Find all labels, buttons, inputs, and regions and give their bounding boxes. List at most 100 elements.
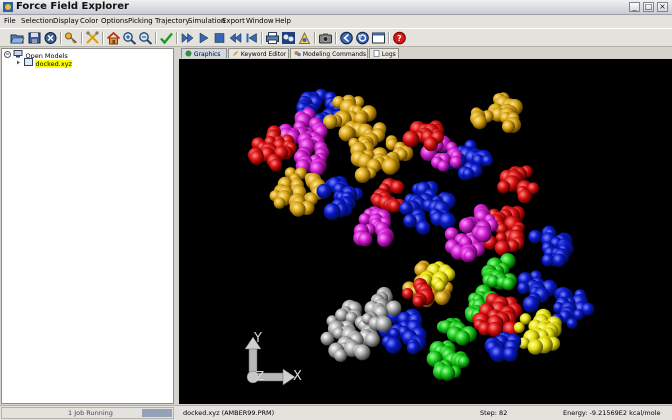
ball-stick-icon[interactable] <box>281 31 296 45</box>
key-icon[interactable] <box>64 31 79 45</box>
atom-sphere <box>439 212 456 230</box>
tab-graphics-label: Graphics <box>193 51 221 58</box>
minimize-button[interactable]: _ <box>629 2 640 12</box>
expand-icon[interactable] <box>4 51 11 58</box>
atom-sphere <box>497 180 511 194</box>
atom-sphere <box>402 288 414 300</box>
atom-sphere <box>517 281 530 294</box>
atom-sphere <box>454 330 471 346</box>
tab-keyword-editor-label: Keyword Editor <box>240 51 287 58</box>
menu-trajectory[interactable]: Trajectory <box>155 17 190 25</box>
atom-sphere <box>416 220 431 235</box>
title-bar: Force Field Explorer _ □ × <box>0 0 672 15</box>
atom-sphere <box>513 322 525 333</box>
app-icon <box>3 2 13 12</box>
maximize-button[interactable]: □ <box>643 2 654 12</box>
print-icon[interactable] <box>265 31 280 45</box>
menu-export[interactable]: Export <box>222 17 245 25</box>
atom-sphere <box>502 120 515 133</box>
atom-sphere <box>437 160 450 172</box>
toolbar-separator <box>314 32 316 44</box>
axes-indicator: Y Z X <box>244 331 302 386</box>
tree-file-row[interactable]: docked.xyz <box>15 58 72 68</box>
tab-keyword-editor[interactable]: Keyword Editor <box>228 48 289 58</box>
tab-graphics[interactable]: Graphics <box>181 48 227 58</box>
atom-sphere <box>552 253 566 267</box>
atom-sphere <box>320 331 335 346</box>
atom-sphere <box>249 150 265 165</box>
window-icon[interactable] <box>371 31 386 45</box>
atom-sphere <box>316 183 332 199</box>
menu-color[interactable]: Color <box>80 17 98 25</box>
tab-logs[interactable]: Logs <box>369 48 399 58</box>
menu-simulation[interactable]: Simulation <box>188 17 225 25</box>
stop-icon[interactable] <box>212 31 227 45</box>
atom-sphere <box>481 155 493 167</box>
camera-icon[interactable] <box>318 31 333 45</box>
save-icon[interactable] <box>27 31 42 45</box>
checkmark-icon[interactable] <box>159 31 174 45</box>
refresh-circle-icon[interactable] <box>355 31 370 45</box>
toolbar-separator <box>335 32 337 44</box>
menu-display[interactable]: Display <box>53 17 79 25</box>
x-axis-label: X <box>293 369 302 384</box>
atom-sphere <box>462 167 475 180</box>
rewind-icon[interactable] <box>228 31 243 45</box>
menu-options[interactable]: Options <box>101 17 128 25</box>
molecule-render[interactable]: Y Z X <box>179 59 672 404</box>
toolbar-separator <box>176 32 178 44</box>
menu-file[interactable]: File <box>4 17 16 25</box>
job-progress-bar <box>142 409 172 417</box>
graphics-viewport[interactable]: Y Z X <box>179 59 672 404</box>
atom-sphere <box>364 332 380 348</box>
open-icon[interactable] <box>10 31 25 45</box>
window-title: Force Field Explorer <box>16 1 129 12</box>
play-icon[interactable] <box>196 31 211 45</box>
toolbar-separator <box>155 32 157 44</box>
atom-sphere <box>323 203 341 220</box>
home-icon[interactable] <box>106 31 121 45</box>
job-status-text: 1 Job Running <box>68 409 113 417</box>
atom-sphere <box>527 339 543 355</box>
menu-help[interactable]: Help <box>275 17 291 25</box>
fast-forward-icon[interactable] <box>180 31 195 45</box>
atom-sphere <box>273 197 286 209</box>
atom-sphere <box>381 158 399 175</box>
zoom-out-icon[interactable] <box>138 31 153 45</box>
toolbar-separator <box>102 32 104 44</box>
toolbar-separator <box>60 32 62 44</box>
residue-clusters <box>248 88 595 381</box>
menu-picking[interactable]: Picking <box>128 17 153 25</box>
atom-sphere <box>386 300 402 316</box>
help-icon[interactable]: ? <box>392 31 407 45</box>
skip-back-icon[interactable] <box>244 31 259 45</box>
expand-icon[interactable] <box>15 59 22 66</box>
atom-sphere <box>403 214 417 228</box>
close-model-icon[interactable] <box>43 31 58 45</box>
tab-modeling-commands-label: Modeling Commands <box>302 51 367 58</box>
tree-file-label[interactable]: docked.xyz <box>35 60 72 68</box>
close-button[interactable]: × <box>657 2 668 12</box>
menu-window[interactable]: Window <box>246 17 274 25</box>
toolbar-separator <box>81 32 83 44</box>
tools-icon[interactable] <box>85 31 100 45</box>
atom-sphere <box>412 295 424 307</box>
rotate-icon[interactable] <box>297 31 312 45</box>
atom-sphere <box>522 295 540 313</box>
atom-sphere <box>463 249 476 262</box>
tab-modeling-commands[interactable]: Modeling Commands <box>290 48 368 58</box>
back-circle-icon[interactable] <box>339 31 354 45</box>
menu-selection[interactable]: Selection <box>21 17 53 25</box>
status-step: Step: 82 <box>480 409 508 417</box>
atom-sphere <box>517 189 532 204</box>
y-axis-label: Y <box>253 331 262 346</box>
atom-sphere <box>390 180 405 194</box>
tab-bar: Graphics Keyword Editor Modeling Command… <box>179 47 671 59</box>
atom-sphere <box>388 199 401 213</box>
atom-sphere <box>377 232 393 248</box>
atom-sphere <box>402 130 420 148</box>
atom-sphere <box>472 114 487 130</box>
zoom-in-icon[interactable] <box>122 31 137 45</box>
atom-sphere <box>501 277 516 291</box>
tab-logs-label: Logs <box>381 51 396 58</box>
